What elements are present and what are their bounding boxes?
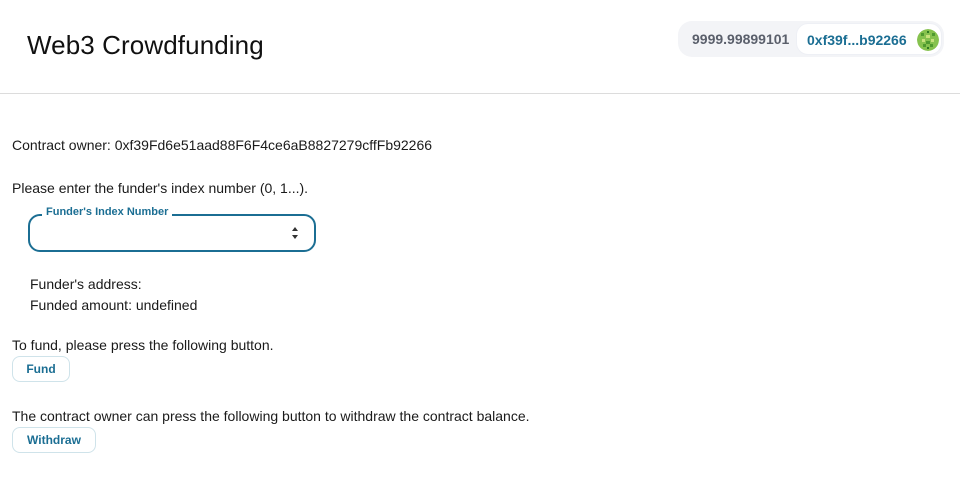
withdraw-button[interactable]: Withdraw [12,427,96,453]
app-title: Web3 Crowdfunding [27,30,264,60]
index-prompt-text: Please enter the funder's index number (… [12,180,309,196]
wallet-widget[interactable]: 9999.99899101 0xf39f...b92266 [678,21,944,57]
number-spinner-icon[interactable] [290,224,300,242]
funder-address-text: Funder's address: [30,276,142,292]
contract-owner-text: Contract owner: 0xf39Fd6e51aad88F6F4ce6a… [12,137,433,153]
wallet-balance: 9999.99899101 [692,31,790,47]
wallet-account-button[interactable]: 0xf39f...b92266 [796,23,942,55]
funder-index-field-label: Funder's Index Number [42,206,173,218]
wallet-address: 0xf39f...b92266 [807,32,907,48]
funded-amount-text: Funded amount: undefined [30,297,198,313]
app-header: Web3 Crowdfunding 9999.99899101 0xf39f..… [0,0,960,94]
fund-prompt-text: To fund, please press the following butt… [12,337,274,353]
funder-index-field[interactable]: Funder's Index Number [28,206,316,252]
withdraw-prompt-text: The contract owner can press the followi… [12,408,530,424]
fund-button[interactable]: Fund [12,356,70,382]
identicon-avatar-icon [917,29,939,51]
